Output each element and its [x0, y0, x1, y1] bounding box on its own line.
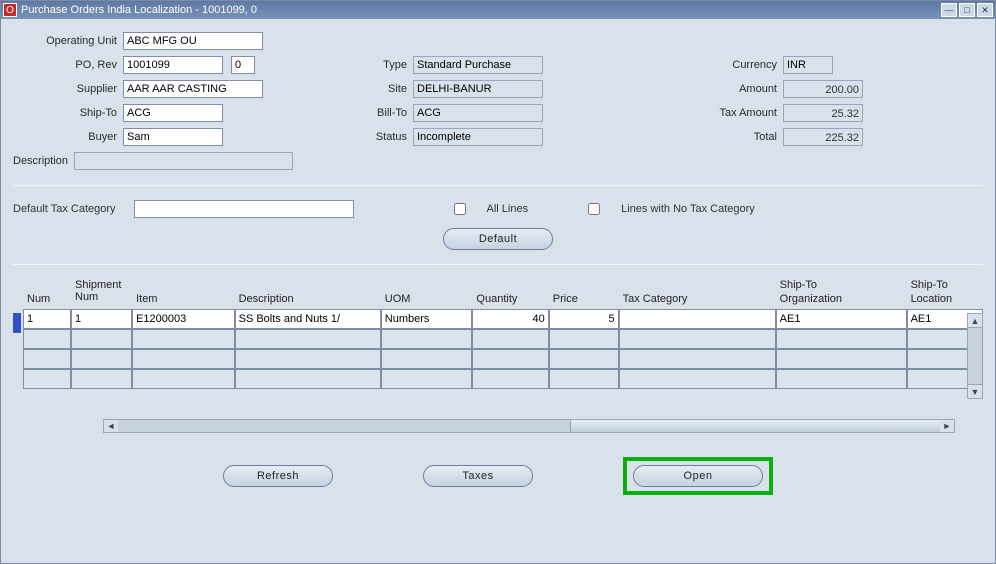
all-lines-checkbox[interactable] — [454, 203, 466, 215]
operating-unit-label: Operating Unit — [13, 35, 123, 47]
vertical-scrollbar[interactable]: ▲ ▼ — [967, 313, 983, 399]
bill-to-label: Bill-To — [353, 107, 413, 119]
supplier-input[interactable] — [123, 80, 263, 98]
table-row[interactable] — [23, 309, 983, 329]
cell-taxcat[interactable] — [619, 309, 776, 329]
cell-item[interactable] — [132, 309, 235, 329]
close-button[interactable]: ✕ — [977, 3, 993, 17]
table-row[interactable] — [23, 329, 983, 349]
ship-to-label: Ship-To — [13, 107, 123, 119]
maximize-button[interactable]: □ — [959, 3, 975, 17]
rev-input[interactable] — [231, 56, 255, 74]
type-label: Type — [353, 59, 413, 71]
bill-to-input — [413, 104, 543, 122]
oracle-logo-icon: O — [3, 3, 17, 17]
cell-qty[interactable] — [472, 309, 548, 329]
status-input — [413, 128, 543, 146]
table-row[interactable] — [23, 349, 983, 369]
minimize-button[interactable]: — — [941, 3, 957, 17]
col-num: Num — [23, 275, 71, 309]
tax-amount-value: 25.32 — [783, 104, 863, 122]
table-row[interactable] — [23, 369, 983, 389]
scroll-right-icon[interactable]: ► — [940, 420, 954, 432]
col-description: Description — [235, 275, 381, 309]
col-uom: UOM — [381, 275, 473, 309]
amount-label: Amount — [683, 83, 783, 95]
taxes-button[interactable]: Taxes — [423, 465, 533, 487]
scroll-up-icon[interactable]: ▲ — [968, 314, 982, 328]
divider-2 — [13, 264, 983, 265]
col-shipment-num: Shipment Num — [71, 275, 132, 309]
lines-no-tax-checkbox[interactable] — [588, 203, 600, 215]
cell-price[interactable] — [549, 309, 619, 329]
col-quantity: Quantity — [472, 275, 548, 309]
cell-shiporg[interactable] — [776, 309, 907, 329]
buyer-label: Buyer — [13, 131, 123, 143]
type-input — [413, 56, 543, 74]
cell-num[interactable] — [23, 309, 71, 329]
titlebar: O Purchase Orders India Localization - 1… — [1, 1, 995, 19]
col-tax-category: Tax Category — [619, 275, 776, 309]
default-tax-category-input[interactable] — [134, 200, 354, 218]
currency-input — [783, 56, 833, 74]
amount-value: 200.00 — [783, 80, 863, 98]
cell-desc[interactable] — [235, 309, 381, 329]
refresh-button[interactable]: Refresh — [223, 465, 333, 487]
cell-shipnum[interactable] — [71, 309, 132, 329]
current-row-indicator-icon — [13, 313, 21, 333]
open-button-highlight: Open — [623, 457, 773, 495]
scroll-left-icon[interactable]: ◄ — [104, 420, 118, 432]
status-label: Status — [353, 131, 413, 143]
col-ship-to-org: Ship-ToOrganization — [776, 275, 907, 309]
default-tax-category-label: Default Tax Category — [13, 203, 116, 215]
lines-table-wrap: Num Shipment Num Item Description UOM Qu… — [13, 275, 983, 389]
ship-to-input[interactable] — [123, 104, 223, 122]
currency-label: Currency — [683, 59, 783, 71]
cell-uom[interactable] — [381, 309, 473, 329]
default-button[interactable]: Default — [443, 228, 553, 250]
open-button[interactable]: Open — [633, 465, 763, 487]
lines-no-tax-label: Lines with No Tax Category — [621, 203, 755, 215]
total-value: 225.32 — [783, 128, 863, 146]
operating-unit-input[interactable] — [123, 32, 263, 50]
lines-table: Num Shipment Num Item Description UOM Qu… — [23, 275, 983, 389]
total-label: Total — [683, 131, 783, 143]
window-title: Purchase Orders India Localization - 100… — [21, 4, 941, 16]
po-input[interactable] — [123, 56, 223, 74]
po-rev-label: PO, Rev — [13, 59, 123, 71]
description-input[interactable] — [74, 152, 293, 170]
scroll-thumb[interactable] — [570, 420, 940, 432]
buyer-input[interactable] — [123, 128, 223, 146]
site-input — [413, 80, 543, 98]
col-item: Item — [132, 275, 235, 309]
horizontal-scrollbar[interactable]: ◄ ► — [103, 419, 955, 433]
col-price: Price — [549, 275, 619, 309]
tax-amount-label: Tax Amount — [683, 107, 783, 119]
scroll-down-icon[interactable]: ▼ — [968, 384, 982, 398]
all-lines-label: All Lines — [487, 203, 529, 215]
site-label: Site — [353, 83, 413, 95]
description-label: Description — [13, 155, 74, 167]
col-ship-to-loc: Ship-ToLocation — [907, 275, 983, 309]
divider — [13, 185, 983, 186]
po-india-localization-window: O Purchase Orders India Localization - 1… — [0, 0, 996, 564]
supplier-label: Supplier — [13, 83, 123, 95]
